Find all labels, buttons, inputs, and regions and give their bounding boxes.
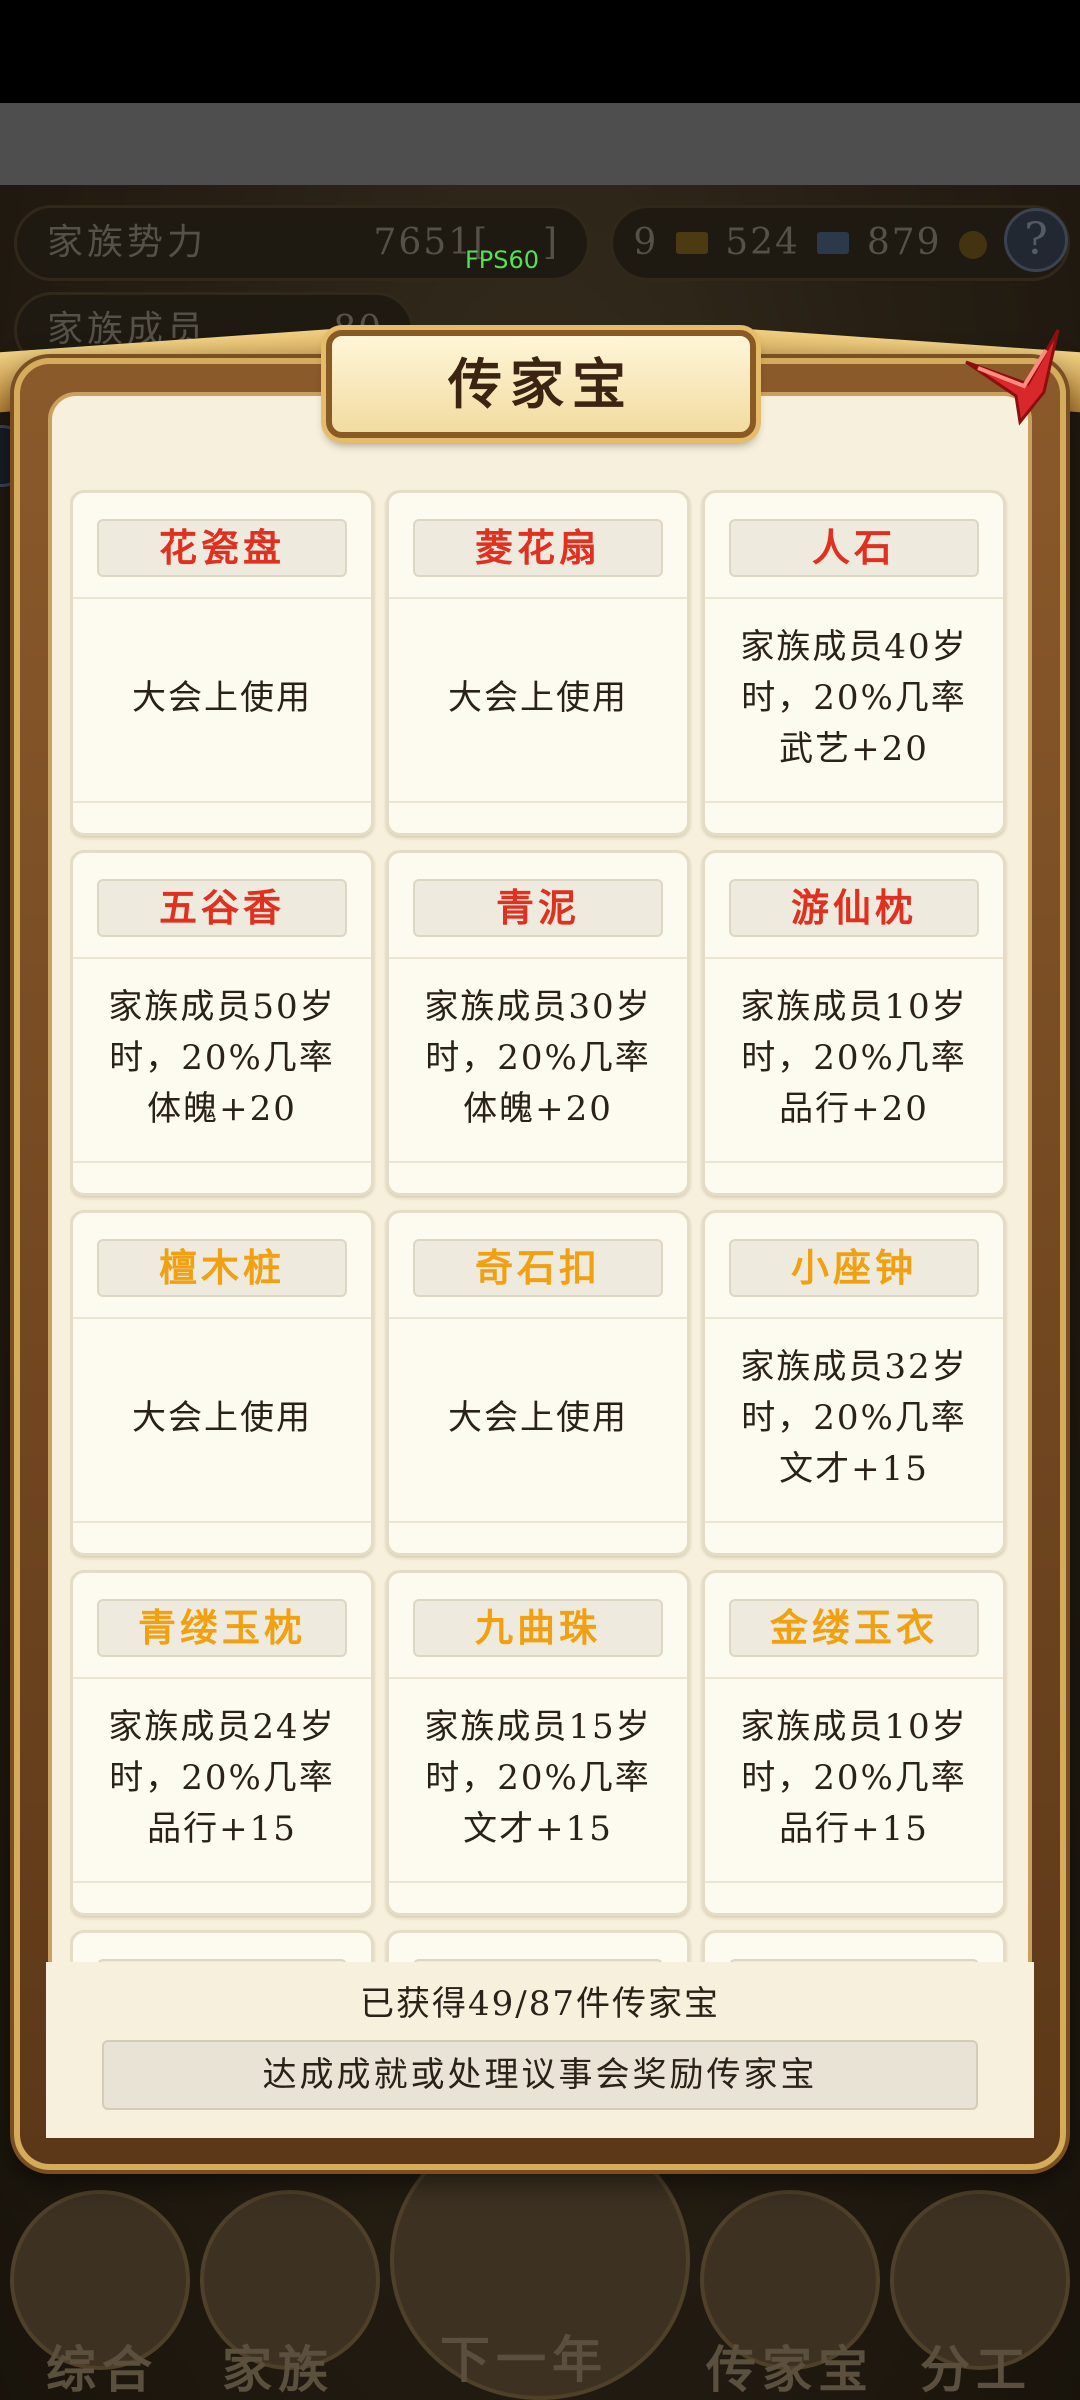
heirloom-card[interactable]: 人石家族成员40岁 时，20%几率 武艺+20 — [702, 490, 1006, 836]
heirloom-card[interactable]: 菱花扇 大会上使用 — [386, 490, 690, 836]
card-divider — [705, 801, 1003, 803]
card-header: 游仙枕 — [705, 853, 1003, 959]
card-header: 五谷香 — [73, 853, 371, 959]
top-band — [0, 103, 1080, 185]
card-divider — [73, 1161, 371, 1163]
heirloom-card[interactable] — [70, 1930, 374, 1962]
heirloom-name: 游仙枕 — [729, 879, 979, 937]
heirloom-count: 已获得49/87件传家宝 — [360, 1984, 720, 2024]
card-divider — [73, 1881, 371, 1883]
card-header — [389, 1933, 687, 1962]
card-header: 金缕玉衣 — [705, 1573, 1003, 1679]
heirloom-description: 家族成员10岁 时，20%几率 品行+20 — [740, 986, 968, 1129]
heirloom-description: 家族成员50岁 时，20%几率 体魄+20 — [108, 986, 336, 1129]
bottom-nav: 综合 家族 下一年 传家宝 分工 — [0, 2120, 1080, 2400]
heirloom-card[interactable]: 青泥家族成员30岁 时，20%几率 体魄+20 — [386, 850, 690, 1196]
heirloom-hint: 达成成就或处理议事会奖励传家宝 — [102, 2040, 978, 2110]
card-divider — [389, 801, 687, 803]
card-header: 花瓷盘 — [73, 493, 371, 599]
heirloom-card[interactable]: 金缕玉衣家族成员10岁 时，20%几率 品行+15 — [702, 1570, 1006, 1916]
card-divider — [705, 1881, 1003, 1883]
card-divider — [389, 1521, 687, 1523]
heirloom-description: 家族成员40岁 时，20%几率 武艺+20 — [740, 626, 968, 769]
card-header: 人石 — [705, 493, 1003, 599]
heirloom-name: 青泥 — [413, 879, 663, 937]
heirloom-card[interactable]: 九曲珠家族成员15岁 时，20%几率 文才+15 — [386, 1570, 690, 1916]
heirloom-grid: 花瓷盘 大会上使用 菱花扇 大会上使用 人石 家族成员40岁 时，20%几率 武艺+20 五… — [70, 490, 1010, 1962]
card-divider — [73, 1521, 371, 1523]
card-divider — [705, 1521, 1003, 1523]
card-divider — [705, 1161, 1003, 1163]
heirloom-card[interactable]: 青缕玉枕家族成员24岁 时，20%几率 品行+15 — [70, 1570, 374, 1916]
heirloom-name: 花瓷盘 — [97, 519, 347, 577]
heirloom-name: 菱花扇 — [413, 519, 663, 577]
heirloom-card[interactable] — [702, 1930, 1006, 1962]
nav-next-year[interactable]: 下一年 — [440, 2320, 608, 2392]
heirloom-description: 大会上使用 — [448, 1397, 628, 1438]
heirloom-card[interactable]: 小座钟家族成员32岁 时，20%几率 文才+15 — [702, 1210, 1006, 1556]
nav-division[interactable]: 分工 — [920, 2330, 1032, 2400]
heirloom-card[interactable]: 五谷香家族成员50岁 时，20%几率 体魄+20 — [70, 850, 374, 1196]
card-divider — [389, 1881, 687, 1883]
heirloom-description: 大会上使用 — [448, 677, 628, 718]
heirloom-card[interactable]: 花瓷盘 大会上使用 — [70, 490, 374, 836]
heirloom-name: 小座钟 — [729, 1239, 979, 1297]
heirloom-description: 家族成员15岁 时，20%几率 文才+15 — [424, 1706, 652, 1849]
heirloom-description: 家族成员10岁 时，20%几率 品行+15 — [740, 1706, 968, 1849]
close-icon — [965, 329, 1060, 426]
close-button[interactable] — [958, 322, 1064, 428]
heirloom-name: 五谷香 — [97, 879, 347, 937]
status-bar — [0, 0, 1080, 103]
card-header — [705, 1933, 1003, 1962]
fps-counter: FPS60 — [465, 246, 540, 274]
modal-title: 传家宝 — [448, 352, 634, 416]
heirloom-name: 金缕玉衣 — [729, 1599, 979, 1657]
nav-overview[interactable]: 综合 — [46, 2330, 158, 2400]
heirloom-name: 九曲珠 — [413, 1599, 663, 1657]
heirloom-card[interactable]: 檀木桩 大会上使用 — [70, 1210, 374, 1556]
card-header: 菱花扇 — [389, 493, 687, 599]
heirloom-description: 家族成员30岁 时，20%几率 体魄+20 — [424, 986, 652, 1129]
heirloom-description: 大会上使用 — [132, 1397, 312, 1438]
card-header: 檀木桩 — [73, 1213, 371, 1319]
card-divider — [73, 801, 371, 803]
modal-footer: 已获得49/87件传家宝 达成成就或处理议事会奖励传家宝 — [46, 1962, 1034, 2138]
heirloom-name: 奇石扣 — [413, 1239, 663, 1297]
heirloom-name: 青缕玉枕 — [97, 1599, 347, 1657]
heirloom-name: 人石 — [729, 519, 979, 577]
heirloom-description: 家族成员32岁 时，20%几率 文才+15 — [740, 1346, 968, 1489]
nav-heirloom[interactable]: 传家宝 — [706, 2330, 874, 2400]
card-header — [73, 1933, 371, 1962]
card-header: 青缕玉枕 — [73, 1573, 371, 1679]
heirloom-description: 家族成员24岁 时，20%几率 品行+15 — [108, 1706, 336, 1849]
heirloom-name: 檀木桩 — [97, 1239, 347, 1297]
heirloom-grid-scroll[interactable]: 花瓷盘 大会上使用 菱花扇 大会上使用 人石 家族成员40岁 时，20%几率 武艺+20 五… — [70, 490, 1010, 1962]
card-header: 小座钟 — [705, 1213, 1003, 1319]
card-divider — [389, 1161, 687, 1163]
heirloom-card[interactable]: 奇石扣 大会上使用 — [386, 1210, 690, 1556]
card-header: 九曲珠 — [389, 1573, 687, 1679]
heirloom-card[interactable]: 游仙枕家族成员10岁 时，20%几率 品行+20 — [702, 850, 1006, 1196]
heirloom-card[interactable] — [386, 1930, 690, 1962]
heirloom-description: 大会上使用 — [132, 677, 312, 718]
card-header: 青泥 — [389, 853, 687, 959]
title-plaque: 传家宝 — [326, 330, 756, 438]
card-header: 奇石扣 — [389, 1213, 687, 1319]
nav-family[interactable]: 家族 — [222, 2330, 334, 2400]
